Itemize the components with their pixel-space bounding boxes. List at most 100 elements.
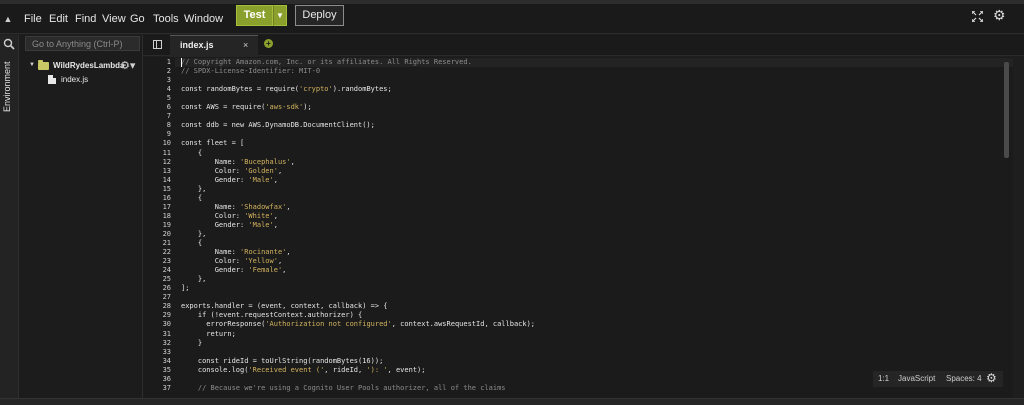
menu-window[interactable]: Window <box>184 4 223 34</box>
line-number: 1 <box>166 58 171 66</box>
test-dropdown-icon[interactable]: ▼ <box>273 5 287 26</box>
menu-edit[interactable]: Edit <box>49 4 68 34</box>
cursor-position[interactable]: 1:1 <box>878 374 889 383</box>
fullscreen-icon[interactable] <box>972 11 983 22</box>
text-cursor <box>181 58 182 67</box>
line-number: 28 <box>162 302 171 311</box>
line-number: 15 <box>162 184 171 193</box>
line-number: 30 <box>162 320 171 329</box>
line-number: 34 <box>162 356 171 365</box>
line-number: 13 <box>162 166 171 175</box>
line-number: 8 <box>166 121 171 130</box>
line-number: 32 <box>162 338 171 347</box>
folder-expand-icon[interactable]: ▼ <box>29 62 35 68</box>
code-line: const ddb = new AWS.DynamoDB.DocumentCli… <box>181 121 375 130</box>
line-number: 21 <box>162 239 171 247</box>
deploy-button[interactable]: Deploy <box>295 5 344 26</box>
code-line: // Copyright Amazon.com, Inc. or its aff… <box>181 58 472 66</box>
menu-find[interactable]: Find <box>75 4 96 34</box>
menu-view[interactable]: View <box>102 4 126 34</box>
code-line: Name: 'Bucephalus', <box>181 157 295 166</box>
line-number: 11 <box>162 148 171 157</box>
code-line: ]; <box>181 284 190 293</box>
code-line: Name: 'Rocinante', <box>181 248 291 257</box>
code-line: const rideId = toUrlString(randomBytes(1… <box>181 356 384 365</box>
line-number: 12 <box>162 157 171 166</box>
line-number: 31 <box>162 329 171 338</box>
tab-index-js[interactable]: index.js × <box>170 35 258 57</box>
line-number: 20 <box>162 229 171 238</box>
line-number: 37 <box>162 383 171 392</box>
tree-file-index-js[interactable]: index.js <box>61 73 88 86</box>
line-number: 22 <box>162 248 171 257</box>
line-number: 29 <box>162 311 171 320</box>
scrollbar-thumb[interactable] <box>1004 62 1009 158</box>
line-number: 19 <box>162 220 171 229</box>
file-icon <box>48 75 56 84</box>
line-number: 26 <box>162 284 171 293</box>
code-line: }, <box>181 229 207 238</box>
code-line: Color: 'Golden', <box>181 166 283 175</box>
line-number: 10 <box>162 139 171 148</box>
code-line: { <box>181 193 203 202</box>
line-number: 17 <box>162 202 171 211</box>
editor-status-bar: 1:1 JavaScript Spaces: 4 <box>873 371 1003 387</box>
settings-gear-icon[interactable]: ⚙ <box>993 8 1007 22</box>
code-line: { <box>181 239 203 247</box>
line-number: 23 <box>162 257 171 266</box>
goto-anything-input[interactable] <box>25 36 140 51</box>
bottom-panel-edge <box>0 398 1024 405</box>
collapse-menu-icon[interactable]: ▲ <box>2 13 14 25</box>
code-line: { <box>181 148 203 157</box>
navigate-panel-icon[interactable] <box>153 40 162 49</box>
code-line: }, <box>181 275 207 284</box>
language-mode[interactable]: JavaScript <box>898 374 935 383</box>
line-number: 27 <box>162 293 171 302</box>
search-icon[interactable] <box>3 38 15 50</box>
code-line: exports.handler = (event, context, callb… <box>181 302 388 311</box>
environment-tab[interactable]: Environment <box>2 61 16 112</box>
line-number: 5 <box>166 94 171 103</box>
code-line: Gender: 'Male', <box>181 175 278 184</box>
line-number: 33 <box>162 347 171 356</box>
line-number: 4 <box>166 85 171 94</box>
line-number: 6 <box>166 103 171 112</box>
code-line: Color: 'White', <box>181 211 278 220</box>
indent-setting[interactable]: Spaces: 4 <box>946 374 982 383</box>
test-button[interactable]: Test <box>236 5 273 26</box>
code-line: const fleet = [ <box>181 139 245 148</box>
tree-folder-wildrydeslambda[interactable]: WildRydesLambda - <box>53 59 129 72</box>
code-line: return; <box>181 329 236 338</box>
code-line: Color: 'Yellow', <box>181 257 283 266</box>
file-tree-panel <box>19 35 143 405</box>
line-number: 18 <box>162 211 171 220</box>
close-tab-icon[interactable]: × <box>243 40 248 50</box>
tree-settings-gear-icon[interactable]: ⚙▾ <box>120 59 135 72</box>
code-line: // SPDX-License-Identifier: MIT-0 <box>181 67 321 76</box>
folder-icon <box>38 60 49 70</box>
add-tab-icon[interactable]: + <box>264 39 273 48</box>
line-number: 24 <box>162 266 171 275</box>
code-line: const randomBytes = require('crypto').ra… <box>181 85 392 94</box>
line-number: 14 <box>162 175 171 184</box>
editor-tab-bar <box>143 35 1024 56</box>
code-line: Gender: 'Male', <box>181 220 278 229</box>
code-line: if (!event.requestContext.authorizer) { <box>181 311 363 320</box>
code-line: Name: 'Shadowfax', <box>181 202 291 211</box>
editor-settings-gear-icon[interactable]: ⚙ <box>986 371 997 385</box>
line-number: 35 <box>162 365 171 374</box>
line-number: 16 <box>162 193 171 202</box>
code-line: // Because we're using a Cognito User Po… <box>181 383 506 392</box>
menu-tools[interactable]: Tools <box>153 4 179 34</box>
menu-go[interactable]: Go <box>130 4 145 34</box>
code-line: } <box>181 338 203 347</box>
line-number: 7 <box>166 112 171 121</box>
menu-file[interactable]: File <box>24 4 42 34</box>
code-line: errorResponse('Authorization not configu… <box>181 320 536 329</box>
menu-bar: ▲ File Edit Find View Go Tools Window <box>0 4 1024 34</box>
tab-label: index.js <box>180 40 214 50</box>
code-line: console.log('Received event (', rideId, … <box>181 365 426 374</box>
line-number: 25 <box>162 275 171 284</box>
code-line: }, <box>181 184 207 193</box>
code-line: const AWS = require('aws-sdk'); <box>181 103 312 112</box>
